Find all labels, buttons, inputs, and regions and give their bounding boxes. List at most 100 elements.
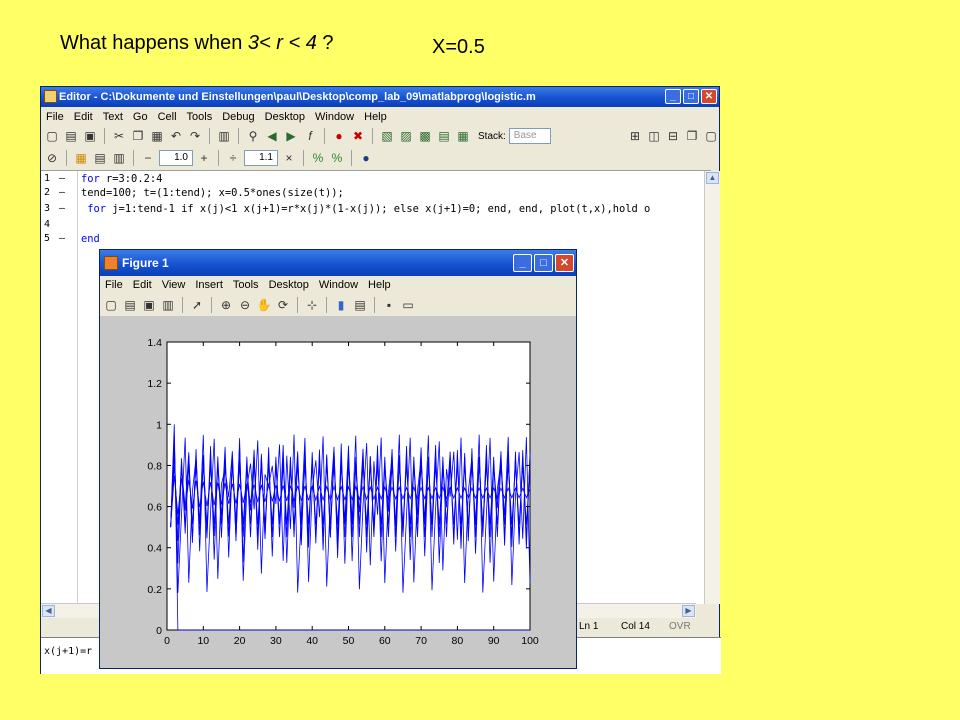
fig-new-icon[interactable]: ▢ bbox=[103, 297, 119, 313]
continue-icon[interactable]: ▤ bbox=[436, 128, 452, 144]
code-line[interactable]: for r=3:0.2:4 bbox=[81, 173, 162, 185]
breakpoint-marker[interactable]: – bbox=[59, 233, 65, 244]
eval-cell-icon[interactable]: ▦ bbox=[73, 150, 89, 166]
menu-tools[interactable]: Tools bbox=[182, 111, 218, 123]
figure-maximize-icon[interactable]: □ bbox=[534, 254, 553, 272]
step-out-icon[interactable]: ▩ bbox=[417, 128, 433, 144]
step-icon[interactable]: ▧ bbox=[379, 128, 395, 144]
breakpoint-marker[interactable]: – bbox=[59, 203, 65, 214]
eval-advance-icon[interactable]: ▤ bbox=[92, 150, 108, 166]
redo-icon[interactable]: ↷ bbox=[187, 128, 203, 144]
copy-icon[interactable]: ❐ bbox=[130, 128, 146, 144]
stack-select[interactable]: Base bbox=[508, 128, 551, 144]
figure-minimize-icon[interactable]: _ bbox=[513, 254, 532, 272]
code-text: r=3:0.2:4 bbox=[99, 173, 163, 185]
hide-plot-tools-icon[interactable]: ▪ bbox=[381, 297, 397, 313]
fig-menu-tools[interactable]: Tools bbox=[228, 279, 264, 291]
breakpoint-icon[interactable]: ● bbox=[331, 128, 347, 144]
menu-text[interactable]: Text bbox=[98, 111, 128, 123]
divide-icon[interactable]: ÷ bbox=[225, 150, 241, 166]
eval-file-icon[interactable]: ▥ bbox=[111, 150, 127, 166]
cut-icon[interactable]: ✂ bbox=[111, 128, 127, 144]
decrement-icon[interactable]: − bbox=[140, 150, 156, 166]
scroll-right-icon[interactable]: ▶ bbox=[682, 605, 695, 617]
code-line[interactable]: for j=1:tend-1 if x(j)<1 x(j+1)=r*x(j)*(… bbox=[81, 203, 650, 215]
legend-icon[interactable]: ▤ bbox=[352, 297, 368, 313]
multiply-value-input[interactable]: 1.1 bbox=[244, 150, 278, 166]
menu-go[interactable]: Go bbox=[128, 111, 153, 123]
menu-desktop[interactable]: Desktop bbox=[260, 111, 310, 123]
rotate-icon[interactable]: ⟳ bbox=[275, 297, 291, 313]
info-icon[interactable]: ● bbox=[358, 150, 374, 166]
close-icon[interactable]: ✕ bbox=[701, 89, 717, 104]
dock-icon[interactable]: ▢ bbox=[703, 128, 719, 144]
figure-toolbar: ▢ ▤ ▣ ▥ ➚ ⊕ ⊖ ✋ ⟳ ⊹ ▮ ▤ ▪ ▭ bbox=[100, 294, 576, 317]
code-line[interactable]: tend=100; t=(1:tend); x=0.5*ones(size(t)… bbox=[81, 187, 344, 199]
slide-title-math: 3< r < 4 bbox=[247, 32, 317, 54]
menu-window[interactable]: Window bbox=[310, 111, 359, 123]
paste-icon[interactable]: ▦ bbox=[149, 128, 165, 144]
fig-menu-file[interactable]: File bbox=[100, 279, 128, 291]
fig-menu-help[interactable]: Help bbox=[363, 279, 396, 291]
fig-print-icon[interactable]: ▥ bbox=[160, 297, 176, 313]
exit-debug-icon[interactable]: ▦ bbox=[455, 128, 471, 144]
maximize-icon[interactable]: □ bbox=[683, 89, 699, 104]
pan-hand-icon[interactable]: ✋ bbox=[256, 297, 272, 313]
y-tick-label: 0.8 bbox=[147, 460, 162, 472]
breakpoint-marker[interactable]: – bbox=[59, 187, 65, 198]
menu-edit[interactable]: Edit bbox=[69, 111, 98, 123]
remove-cell-icon[interactable]: % bbox=[329, 150, 345, 166]
menu-file[interactable]: File bbox=[41, 111, 69, 123]
fig-menu-insert[interactable]: Insert bbox=[190, 279, 228, 291]
slide-title-text: What happens when bbox=[60, 32, 248, 54]
increment-icon[interactable]: + bbox=[196, 150, 212, 166]
x-tick-label: 70 bbox=[415, 635, 427, 647]
fig-menu-window[interactable]: Window bbox=[314, 279, 363, 291]
select-arrow-icon[interactable]: ➚ bbox=[189, 297, 205, 313]
logistic-map-plot[interactable]: 0 10 20 30 40 50 60 70 80 90 100 0 0.2 0.4 0.6 0.8 1 1.2 1… bbox=[100, 316, 576, 668]
fig-open-icon[interactable]: ▤ bbox=[122, 297, 138, 313]
back-arrow-icon[interactable]: ◀ bbox=[264, 128, 280, 144]
tile-icon[interactable]: ⊞ bbox=[627, 128, 643, 144]
fig-menu-edit[interactable]: Edit bbox=[128, 279, 157, 291]
editor-titlebar[interactable]: Editor - C:\Dokumente und Einstellungen\… bbox=[41, 87, 719, 107]
menu-help[interactable]: Help bbox=[359, 111, 392, 123]
print-icon[interactable]: ▥ bbox=[216, 128, 232, 144]
find-icon[interactable]: ⚲ bbox=[245, 128, 261, 144]
step-in-icon[interactable]: ▨ bbox=[398, 128, 414, 144]
function-icon[interactable]: f bbox=[302, 128, 318, 144]
undo-icon[interactable]: ↶ bbox=[168, 128, 184, 144]
fig-menu-view[interactable]: View bbox=[157, 279, 191, 291]
save-icon[interactable]: ▣ bbox=[82, 128, 98, 144]
menu-debug[interactable]: Debug bbox=[217, 111, 259, 123]
x-tick-label: 100 bbox=[521, 635, 539, 647]
code-line[interactable]: end bbox=[81, 233, 100, 245]
minimize-icon[interactable]: _ bbox=[665, 89, 681, 104]
scroll-left-icon[interactable]: ◀ bbox=[42, 605, 55, 617]
split-vertical-icon[interactable]: ◫ bbox=[646, 128, 662, 144]
clear-breakpoints-icon[interactable]: ✖ bbox=[350, 128, 366, 144]
zoom-out-icon[interactable]: ⊖ bbox=[237, 297, 253, 313]
show-plot-tools-icon[interactable]: ▭ bbox=[400, 297, 416, 313]
colorbar-icon[interactable]: ▮ bbox=[333, 297, 349, 313]
fig-save-icon[interactable]: ▣ bbox=[141, 297, 157, 313]
new-file-icon[interactable]: ▢ bbox=[44, 128, 60, 144]
split-horizontal-icon[interactable]: ⊟ bbox=[665, 128, 681, 144]
open-folder-icon[interactable]: ▤ bbox=[63, 128, 79, 144]
figure-titlebar[interactable]: Figure 1 _ □ ✕ bbox=[100, 250, 576, 276]
cell-mode-icon[interactable]: ⊘ bbox=[44, 150, 60, 166]
insert-cell-icon[interactable]: % bbox=[310, 150, 326, 166]
scroll-up-icon[interactable]: ▲ bbox=[706, 172, 719, 184]
zoom-in-icon[interactable]: ⊕ bbox=[218, 297, 234, 313]
figure-close-icon[interactable]: ✕ bbox=[555, 254, 574, 272]
decrement-value-input[interactable]: 1.0 bbox=[159, 150, 193, 166]
menu-cell[interactable]: Cell bbox=[153, 111, 182, 123]
forward-arrow-icon[interactable]: ▶ bbox=[283, 128, 299, 144]
fig-menu-desktop[interactable]: Desktop bbox=[264, 279, 314, 291]
vertical-scrollbar[interactable]: ▲ bbox=[704, 171, 720, 604]
breakpoint-marker[interactable]: – bbox=[59, 173, 65, 184]
multiply-icon[interactable]: × bbox=[281, 150, 297, 166]
float-icon[interactable]: ❐ bbox=[684, 128, 700, 144]
editor-menubar: File Edit Text Go Cell Tools Debug Deskt… bbox=[41, 108, 719, 126]
data-cursor-icon[interactable]: ⊹ bbox=[304, 297, 320, 313]
